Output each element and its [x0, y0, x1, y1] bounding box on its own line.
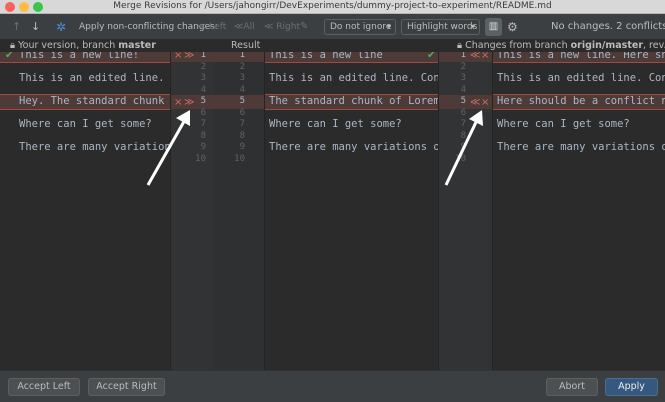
abort-button[interactable]: Abort	[546, 378, 598, 396]
annotation-arrows	[146, 110, 483, 186]
annotation-arrow-right	[444, 117, 480, 186]
accept-left-button[interactable]: Accept Left	[8, 378, 80, 396]
annotation-arrow-left	[146, 117, 188, 186]
bottom-bar: Accept Left Accept Right Abort Apply	[0, 370, 665, 402]
apply-button[interactable]: Apply	[605, 378, 658, 396]
accept-right-button[interactable]: Accept Right	[88, 378, 165, 396]
